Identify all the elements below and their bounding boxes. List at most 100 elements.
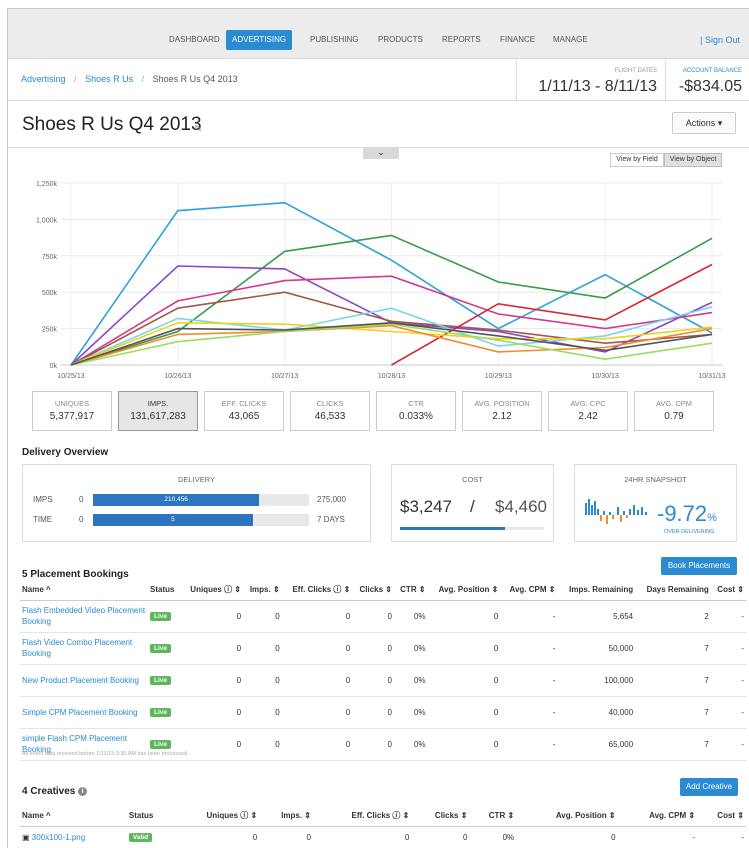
column-header[interactable]: Avg. Position ⇕ bbox=[427, 580, 501, 601]
time-progress-fill: 5 bbox=[93, 514, 253, 526]
cell-ctr: 0% bbox=[393, 632, 428, 665]
account-balance-value: -$834.05 bbox=[678, 78, 742, 95]
creative-name-link[interactable]: ▣ 300x100-1.png bbox=[20, 826, 127, 848]
cell-clicks: 0 bbox=[352, 696, 394, 729]
column-header[interactable]: Avg. CPM ⇕ bbox=[617, 806, 698, 827]
cost-spent: $3,247 bbox=[400, 497, 452, 516]
column-header[interactable]: Name ^ bbox=[20, 806, 127, 827]
cell-uniques: 0 bbox=[172, 826, 260, 848]
placement-name-link[interactable]: New Product Placement Booking bbox=[20, 664, 148, 697]
x-tick-label: 10/25/13 bbox=[57, 373, 84, 380]
nav-finance[interactable]: FINANCE bbox=[494, 30, 541, 50]
stat-avg-cpm[interactable]: AVG. CPM 0.79 bbox=[634, 391, 714, 431]
time-progress-bar: 5 bbox=[93, 514, 309, 526]
column-header[interactable]: Avg. Position ⇕ bbox=[516, 806, 618, 827]
column-header[interactable]: Imps. Remaining bbox=[557, 580, 636, 601]
performance-line-chart: 0k 250k 500k 750k 1,000k 1,250k 10/25/13 10/26/… bbox=[36, 181, 726, 380]
info-icon[interactable]: i bbox=[78, 786, 88, 796]
status-cell: Live bbox=[148, 632, 181, 665]
nav-advertising[interactable]: ADVERTISING bbox=[226, 30, 293, 50]
cell-cost: - bbox=[710, 632, 746, 665]
status-cell: Live bbox=[148, 664, 181, 697]
nav-reports[interactable]: REPORTS bbox=[436, 30, 487, 50]
delivery-panel-title: DELIVERY bbox=[178, 475, 215, 484]
placement-name-link[interactable]: Simple CPM Placement Booking bbox=[20, 696, 148, 729]
column-header[interactable]: Imps. ⇕ bbox=[259, 806, 313, 827]
column-header[interactable]: Status bbox=[126, 806, 173, 827]
cell-days: 2 bbox=[635, 600, 711, 633]
placement-name-link[interactable]: Flash Video Combo Placement Booking bbox=[20, 632, 148, 665]
stat-label: IMPS. bbox=[147, 399, 169, 408]
column-header[interactable]: Imps. ⇕ bbox=[243, 580, 282, 601]
stat-imps[interactable]: IMPS. 131,617,283 bbox=[118, 391, 198, 431]
column-header[interactable]: Uniques ⓘ ⇕ bbox=[180, 580, 244, 601]
stat-ctr[interactable]: CTR 0.033% bbox=[376, 391, 456, 431]
stat-uniques[interactable]: UNIQUES 5,377,917 bbox=[32, 391, 112, 431]
actions-dropdown[interactable]: Actions ▾ bbox=[672, 112, 736, 134]
placement-name-link[interactable]: Flash Embedded Video Placement Booking bbox=[20, 600, 148, 633]
imps-max: 275,000 bbox=[317, 495, 346, 504]
cell-imps: 0 bbox=[243, 728, 282, 761]
nav-products[interactable]: PRODUCTS bbox=[372, 30, 429, 50]
cell-cpm: - bbox=[500, 664, 558, 697]
table-row: New Product Placement Booking Live 0 0 0 0 0% 0… bbox=[20, 664, 746, 697]
column-header[interactable]: Status bbox=[148, 580, 181, 601]
app-frame: DASHBOARD ADVERTISING PUBLISHING PRODUCT… bbox=[7, 8, 749, 848]
y-tick-label: 750k bbox=[42, 254, 58, 261]
nav-manage[interactable]: MANAGE bbox=[547, 30, 594, 50]
nav-dashboard[interactable]: DASHBOARD bbox=[163, 30, 226, 50]
column-header[interactable]: Cost ⇕ bbox=[710, 580, 746, 601]
column-header[interactable]: Clicks ⇕ bbox=[352, 580, 394, 601]
column-header[interactable]: Days Remaining bbox=[635, 580, 711, 601]
cell-cost: - bbox=[710, 600, 746, 633]
table-header-row: Name ^ Status Uniques ⓘ ⇕ Imps. ⇕ Eff. Click… bbox=[20, 580, 746, 601]
time-label: TIME bbox=[33, 515, 53, 524]
column-header[interactable]: Avg. CPM ⇕ bbox=[500, 580, 558, 601]
x-tick-label: 10/26/13 bbox=[164, 373, 191, 380]
cell-imps: 0 bbox=[259, 826, 313, 848]
column-header[interactable]: Name ^ bbox=[20, 580, 148, 601]
stat-value: 0.79 bbox=[664, 411, 684, 422]
flight-dates-panel: FLIGHT DATES 1/11/13 - 8/11/13 bbox=[516, 59, 665, 101]
edit-pencil-icon[interactable]: ✎ bbox=[194, 124, 202, 135]
breadcrumb-advertising[interactable]: Advertising bbox=[21, 74, 66, 84]
column-header[interactable]: CTR ⇕ bbox=[393, 580, 428, 601]
view-by-object-button[interactable]: View by Object bbox=[664, 153, 722, 167]
sign-out-link[interactable]: | Sign Out bbox=[700, 30, 740, 50]
column-header[interactable]: Uniques ⓘ ⇕ bbox=[172, 806, 260, 827]
cell-cpm: - bbox=[500, 728, 558, 761]
column-header[interactable]: CTR ⇕ bbox=[469, 806, 517, 827]
column-header[interactable]: Eff. Clicks ⓘ ⇕ bbox=[313, 806, 412, 827]
view-by-field-button[interactable]: View by Field bbox=[610, 153, 664, 167]
stat-tabs: UNIQUES 5,377,917 IMPS. 131,617,283 EFF. C… bbox=[32, 391, 722, 431]
status-badge: Valid bbox=[128, 833, 153, 842]
column-header[interactable]: Eff. Clicks ⓘ ⇕ bbox=[281, 580, 353, 601]
nav-publishing[interactable]: PUBLISHING bbox=[304, 30, 364, 50]
time-min: 0 bbox=[79, 515, 84, 524]
stat-clicks[interactable]: CLICKS 46,533 bbox=[290, 391, 370, 431]
stat-label: AVG. CPC bbox=[570, 399, 606, 408]
column-header[interactable]: Cost ⇕ bbox=[697, 806, 746, 827]
column-header[interactable]: Clicks ⇕ bbox=[411, 806, 470, 827]
stat-value: 46,533 bbox=[314, 411, 346, 422]
creative-name-text[interactable]: 300x100-1.png bbox=[32, 833, 85, 842]
book-placements-button[interactable]: Book Placements bbox=[661, 557, 737, 575]
breadcrumb-bar: Advertising / Shoes R Us / Shoes R Us Q4… bbox=[8, 59, 749, 101]
breadcrumb-shoes-r-us[interactable]: Shoes R Us bbox=[85, 74, 133, 84]
creatives-title: 4 Creatives i bbox=[22, 786, 88, 797]
status-badge: Live bbox=[150, 612, 172, 621]
breadcrumb-current: Shoes R Us Q4 2013 bbox=[152, 74, 238, 84]
add-creative-button[interactable]: Add Creative bbox=[680, 778, 738, 796]
cell-cost: - bbox=[710, 728, 746, 761]
table-row: Flash Video Combo Placement Booking Live 0… bbox=[20, 632, 746, 665]
cell-uniques: 0 bbox=[180, 632, 244, 665]
stat-avg-position[interactable]: AVG. POSITION 2.12 bbox=[462, 391, 542, 431]
stat-eff-clicks[interactable]: EFF. CLICKS 43,065 bbox=[204, 391, 284, 431]
collapse-chevron-icon[interactable]: ⌄ bbox=[363, 147, 399, 159]
imps-min: 0 bbox=[79, 495, 84, 504]
delivery-panel: DELIVERY IMPS 0 210,456 275,000 TIME 0 5… bbox=[22, 464, 371, 542]
status-cell: Valid bbox=[126, 826, 173, 848]
x-tick-label: 10/30/13 bbox=[592, 373, 619, 380]
cell-clicks: 0 bbox=[352, 632, 394, 665]
stat-avg-cpc[interactable]: AVG. CPC 2.42 bbox=[548, 391, 628, 431]
